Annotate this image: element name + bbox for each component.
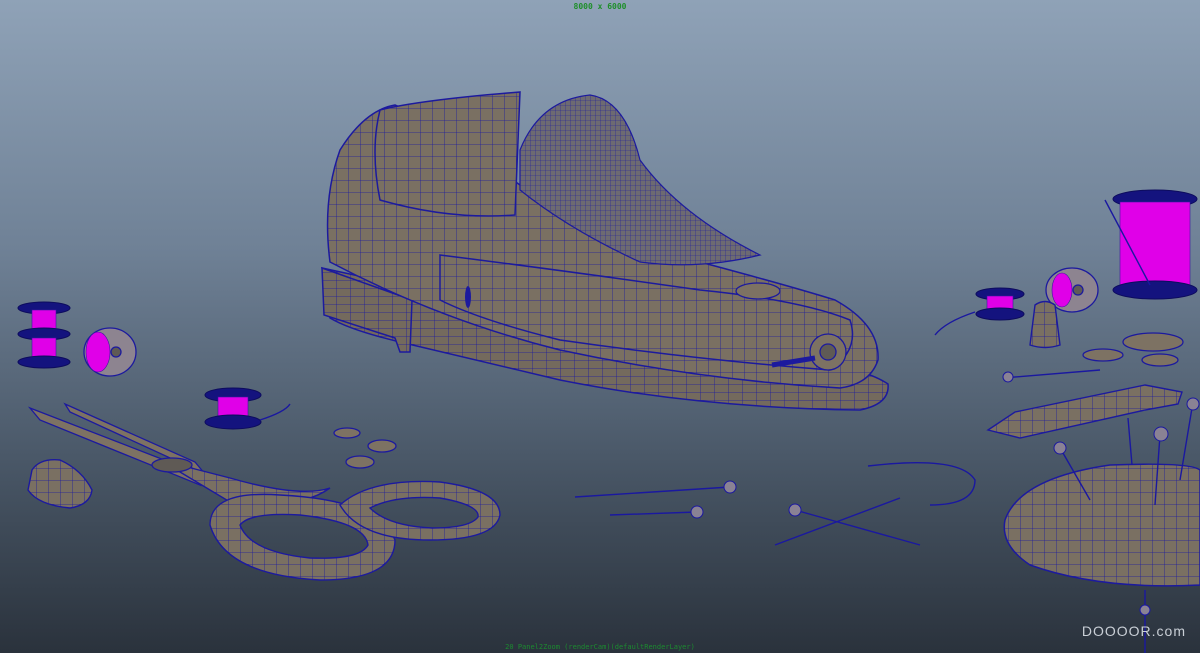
sewing-buttons-group[interactable] xyxy=(333,427,397,469)
maya-viewport[interactable]: 8000 x 6000 20 Panel2Zoom (renderCam)(de… xyxy=(0,0,1200,653)
viewport-status-line: 20 Panel2Zoom (renderCam)(defaultRenderL… xyxy=(505,643,695,651)
pins-center[interactable] xyxy=(574,461,976,546)
scene-render xyxy=(17,91,1200,653)
scissors-model[interactable] xyxy=(27,402,501,581)
thread-spool-left-stack[interactable] xyxy=(17,301,71,369)
shoe-eyelet xyxy=(465,286,471,308)
thimble-left[interactable] xyxy=(27,459,93,509)
shoe-model[interactable] xyxy=(321,91,889,411)
shoe-button-top xyxy=(735,282,781,300)
shoe-collar-flap xyxy=(374,91,521,217)
thimble-right[interactable] xyxy=(1029,300,1061,349)
pincushion-model[interactable] xyxy=(1003,397,1200,653)
thread-spool-right-small[interactable] xyxy=(934,287,1025,336)
thread-spool-right-large[interactable] xyxy=(1104,189,1198,300)
thread-spool-small-left[interactable] xyxy=(204,387,291,430)
watermark-logo: DOOOOR.com xyxy=(1081,623,1186,639)
pencil-model[interactable] xyxy=(986,384,1183,439)
bobbin-left[interactable] xyxy=(83,327,137,377)
